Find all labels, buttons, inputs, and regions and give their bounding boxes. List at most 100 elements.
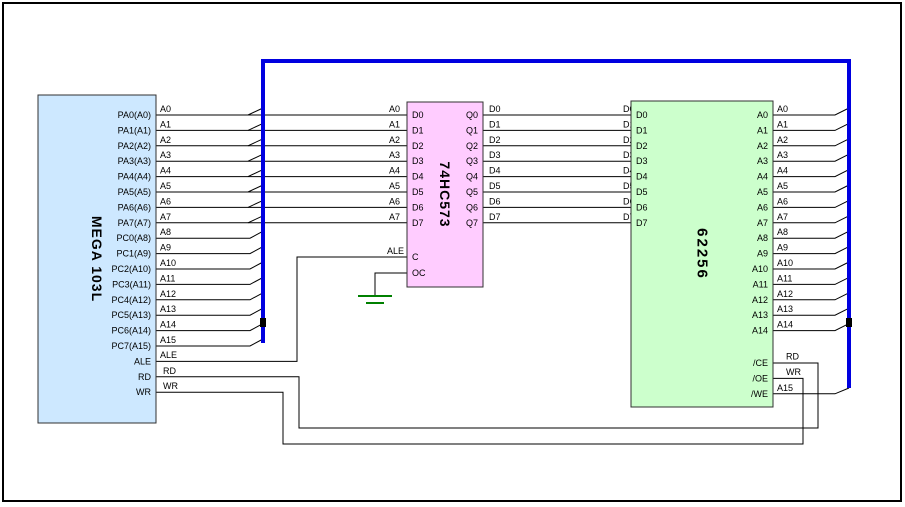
net-label-A2: A2 [777, 135, 788, 145]
pin-74hc573-Q3: Q3 [466, 156, 478, 166]
pin-74hc573-Q6: Q6 [466, 202, 478, 212]
net-label-A4: A4 [389, 166, 400, 176]
pin-mega-103l-PA5(A5): PA5(A5) [118, 187, 151, 197]
pin-62256-A6: A6 [757, 202, 768, 212]
net-label-A11: A11 [160, 273, 175, 283]
net-label-A0: A0 [777, 104, 788, 114]
net-label-A2: A2 [389, 135, 400, 145]
pin-mega-103l-PC7(A15): PC7(A15) [111, 341, 151, 351]
net-label-A0: A0 [389, 104, 400, 114]
net-label-WR: WR [786, 367, 801, 377]
pin-62256-A7: A7 [757, 218, 768, 228]
pin-62256-A12: A12 [752, 295, 768, 305]
pin-62256-D0: D0 [636, 110, 648, 120]
pin-62256-A8: A8 [757, 233, 768, 243]
pin-62256-A11: A11 [753, 279, 768, 289]
net-label-A7: A7 [777, 212, 788, 222]
pin-mega-103l-PA3(A3): PA3(A3) [118, 156, 151, 166]
pin-62256-/WE: /WE [751, 389, 768, 399]
pin-mega-103l-PC6(A14): PC6(A14) [111, 326, 151, 336]
pin-62256-A3: A3 [757, 156, 768, 166]
pin-mega-103l-WR: WR [136, 387, 151, 397]
net-label-A2: A2 [160, 135, 171, 145]
net-label-RD: RD [163, 366, 176, 376]
net-label-A10: A10 [777, 258, 793, 268]
pin-62256-A4: A4 [757, 172, 768, 182]
pin-74hc573-OC: OC [412, 268, 426, 278]
net-label-A8: A8 [777, 227, 788, 237]
net-label-A5: A5 [389, 181, 400, 191]
pin-62256-A2: A2 [757, 141, 768, 151]
pin-74hc573-D1: D1 [412, 125, 424, 135]
pin-74hc573-D3: D3 [412, 156, 424, 166]
net-label-A0: A0 [160, 104, 171, 114]
net-label-A8: A8 [160, 227, 171, 237]
pin-62256-A0: A0 [757, 110, 768, 120]
net-label-WR: WR [163, 381, 178, 391]
net-label-ALE: ALE [160, 350, 177, 360]
pin-62256-D7: D7 [636, 218, 648, 228]
net-label-A3: A3 [777, 150, 788, 160]
pin-62256-A14: A14 [752, 326, 768, 336]
circuit-schematic: A0 A0 A1 A1 A2 A2 A3 A3 A4 A4 A5 A5 A6 A6 A7 A7 A8 A9 A10 A… [0, 0, 905, 507]
pin-74hc573-D5: D5 [412, 187, 424, 197]
pin-mega-103l-PC5(A13): PC5(A13) [111, 310, 151, 320]
pin-mega-103l-PC1(A9): PC1(A9) [116, 249, 151, 259]
pin-62256-D2: D2 [636, 141, 648, 151]
pin-74hc573-C: C [412, 252, 419, 262]
net-label-A9: A9 [160, 243, 171, 253]
net-label-A15: A15 [160, 335, 176, 345]
net-label-D7: D7 [489, 212, 501, 222]
pin-mega-103l-PC4(A12): PC4(A12) [111, 295, 151, 305]
net-label-A4: A4 [160, 166, 171, 176]
pin-mega-103l-PA6(A6): PA6(A6) [118, 202, 151, 212]
chip-62256-label: 62256 [694, 228, 711, 280]
pin-mega-103l-PA2(A2): PA2(A2) [118, 141, 151, 151]
pin-mega-103l-PA1(A1): PA1(A1) [118, 125, 151, 135]
net-label-A6: A6 [389, 196, 400, 206]
net-label-A14: A14 [777, 320, 793, 330]
net-label-A6: A6 [160, 196, 171, 206]
pin-62256-A9: A9 [757, 249, 768, 259]
net-label-D5: D5 [489, 181, 501, 191]
bus-junction [260, 318, 266, 327]
pin-62256-D3: D3 [636, 156, 648, 166]
net-label-A15: A15 [777, 383, 793, 393]
pin-74hc573-Q2: Q2 [466, 141, 478, 151]
pin-62256-/OE: /OE [752, 373, 768, 383]
pin-62256-A5: A5 [757, 187, 768, 197]
net-label-D0: D0 [489, 104, 501, 114]
net-label-D3: D3 [489, 150, 501, 160]
pin-mega-103l-RD: RD [138, 372, 151, 382]
pin-74hc573-D6: D6 [412, 202, 424, 212]
pin-mega-103l-PA4(A4): PA4(A4) [118, 172, 151, 182]
net-label-A1: A1 [777, 119, 788, 129]
net-label-A10: A10 [160, 258, 176, 268]
net-label-A7: A7 [160, 212, 171, 222]
net-label-D6: D6 [489, 196, 501, 206]
pin-mega-103l-PC3(A11): PC3(A11) [112, 279, 151, 289]
pin-74hc573-Q7: Q7 [466, 218, 478, 228]
pin-mega-103l-ALE: ALE [134, 356, 151, 366]
pin-74hc573-Q5: Q5 [466, 187, 478, 197]
net-label-A13: A13 [160, 304, 176, 314]
pin-74hc573-D4: D4 [412, 172, 424, 182]
pin-74hc573-Q0: Q0 [466, 110, 478, 120]
net-label-A12: A12 [777, 289, 793, 299]
net-label-A4: A4 [777, 166, 788, 176]
net-label-A14: A14 [160, 320, 176, 330]
net-label-A6: A6 [777, 196, 788, 206]
pin-mega-103l-PC2(A10): PC2(A10) [111, 264, 151, 274]
net-label-A9: A9 [777, 243, 788, 253]
net-label-A12: A12 [160, 289, 176, 299]
bus-junction [846, 318, 852, 327]
pin-62256-A10: A10 [752, 264, 768, 274]
pin-74hc573-D2: D2 [412, 141, 424, 151]
chip-mega-103l-label: MEGA 103L [89, 216, 105, 302]
pin-62256-/CE: /CE [753, 358, 768, 368]
net-label-A11: A11 [777, 273, 792, 283]
schematic-page: A0 A0 A1 A1 A2 A2 A3 A3 A4 A4 A5 A5 A6 A6 A7 A7 A8 A9 A10 A… [0, 0, 905, 507]
pin-62256-A1: A1 [757, 125, 768, 135]
net-label-A7: A7 [389, 212, 400, 222]
net-label-D2: D2 [489, 135, 501, 145]
